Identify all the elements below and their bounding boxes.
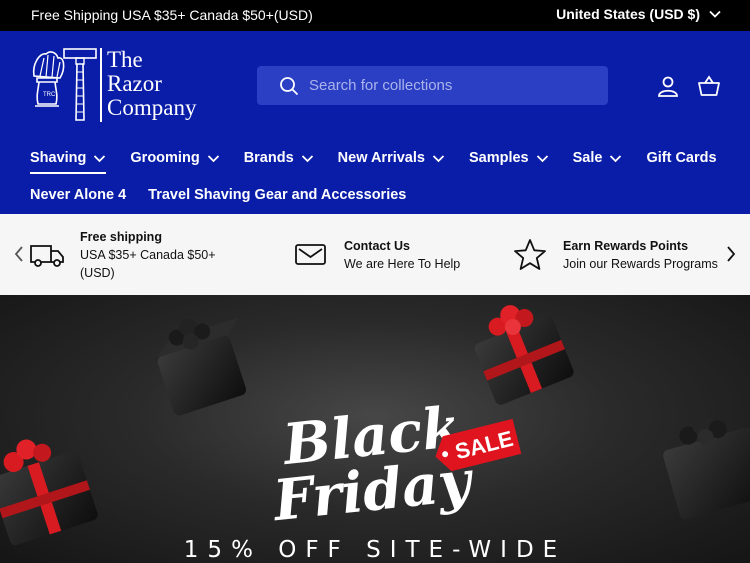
hero-artwork: Black Friday SALE <box>0 305 750 546</box>
hero-banner[interactable]: Black Friday SALE 15% OFF SITE-WIDE <box>0 295 750 563</box>
benefit-text: Contact Us We are Here To Help <box>344 237 460 273</box>
secondary-nav: Never Alone 4 Travel Shaving Gear and Ac… <box>30 187 406 203</box>
hero-subheadline: 15% OFF SITE-WIDE <box>183 537 567 563</box>
chevron-down-icon <box>610 154 622 162</box>
primary-nav: Shaving Grooming Brands New Arrivals Sam… <box>30 150 717 174</box>
benefit-line-1: We are Here To Help <box>344 256 461 271</box>
logo-line-3: Company <box>107 95 197 120</box>
benefit-rewards[interactable]: Earn Rewards Points Join our Rewards Pro… <box>513 214 718 295</box>
envelope-icon <box>295 243 326 265</box>
benefit-title: Free shipping <box>80 229 162 244</box>
nav-label: Never Alone 4 <box>30 187 127 203</box>
chevron-down-icon <box>301 154 313 162</box>
nav-label: Samples <box>468 150 529 166</box>
chevron-right-icon[interactable] <box>724 244 738 264</box>
nav-label: Sale <box>572 150 603 166</box>
chevron-down-icon <box>207 154 219 162</box>
nav-label: Shaving <box>30 150 87 166</box>
chevron-down-icon <box>536 154 548 162</box>
truck-icon <box>30 244 64 267</box>
logo-line-2: Razor <box>107 71 162 96</box>
nav-item-never-alone-4[interactable]: Never Alone 4 <box>30 187 126 203</box>
benefit-contact-us[interactable]: Contact Us We are Here To Help <box>294 214 460 295</box>
nav-item-grooming[interactable]: Grooming <box>130 150 219 166</box>
search-input[interactable] <box>309 77 589 94</box>
gift-box-red-left <box>0 439 98 546</box>
nav-item-travel-shaving[interactable]: Travel Shaving Gear and Accessories <box>148 187 406 203</box>
nav-item-shaving[interactable]: Shaving <box>30 150 107 174</box>
account-button[interactable] <box>656 74 680 98</box>
search-bar[interactable] <box>257 66 608 105</box>
nav-item-sale[interactable]: Sale <box>573 150 623 166</box>
nav-label: New Arrivals <box>337 150 425 166</box>
chevron-left-icon[interactable] <box>12 244 26 264</box>
cart-button[interactable] <box>697 74 721 98</box>
benefit-line-1: USA $35+ Canada $50+ <box>80 247 216 262</box>
nav-label: Grooming <box>130 150 200 166</box>
razor-brush-logo-icon: TRC <box>32 48 97 121</box>
svg-text:TRC: TRC <box>43 92 56 98</box>
account-icon <box>658 76 678 97</box>
search-icon[interactable] <box>279 76 299 96</box>
announcement-bar: Free Shipping USA $35+ Canada $50+(USD) … <box>0 0 750 31</box>
nav-item-brands[interactable]: Brands <box>244 150 314 166</box>
nav-item-gift-cards[interactable]: Gift Cards <box>646 150 716 166</box>
country-selector-label: United States (USD $) <box>556 6 700 22</box>
site-header: TRC The Razor Company Shaving Grooming <box>0 31 750 214</box>
nav-label: Gift Cards <box>646 150 717 166</box>
logo-wordmark: The Razor Company <box>107 48 196 120</box>
benefit-free-shipping: Free shipping USA $35+ Canada $50+ (USD) <box>30 214 216 295</box>
announcement-message: Free Shipping USA $35+ Canada $50+(USD) <box>31 7 313 23</box>
logo-line-1: The <box>107 47 143 72</box>
chevron-down-icon <box>432 154 445 162</box>
benefit-line-2: (USD) <box>80 265 115 280</box>
gift-box-black-right <box>663 415 750 520</box>
benefit-title: Contact Us <box>344 238 410 253</box>
benefit-line-1: Join our Rewards Programs <box>563 256 718 271</box>
country-selector[interactable]: United States (USD $) <box>556 6 722 22</box>
nav-item-new-arrivals[interactable]: New Arrivals <box>338 150 445 166</box>
gift-box-red-right <box>474 305 574 405</box>
cart-icon <box>698 75 720 96</box>
chevron-down-icon <box>709 10 721 18</box>
site-logo[interactable]: TRC The Razor Company <box>30 46 230 128</box>
benefit-text: Free shipping USA $35+ Canada $50+ (USD) <box>80 228 216 282</box>
nav-label: Brands <box>243 150 294 166</box>
nav-item-samples[interactable]: Samples <box>469 150 549 166</box>
benefit-title: Earn Rewards Points <box>563 238 689 253</box>
nav-label: Travel Shaving Gear and Accessories <box>148 187 407 203</box>
gift-box-black-left <box>156 317 247 416</box>
chevron-down-icon <box>94 154 106 162</box>
benefit-text: Earn Rewards Points Join our Rewards Pro… <box>563 237 718 273</box>
logo-divider <box>100 48 102 122</box>
benefits-strip: Free shipping USA $35+ Canada $50+ (USD)… <box>0 214 750 295</box>
star-icon <box>514 238 546 270</box>
